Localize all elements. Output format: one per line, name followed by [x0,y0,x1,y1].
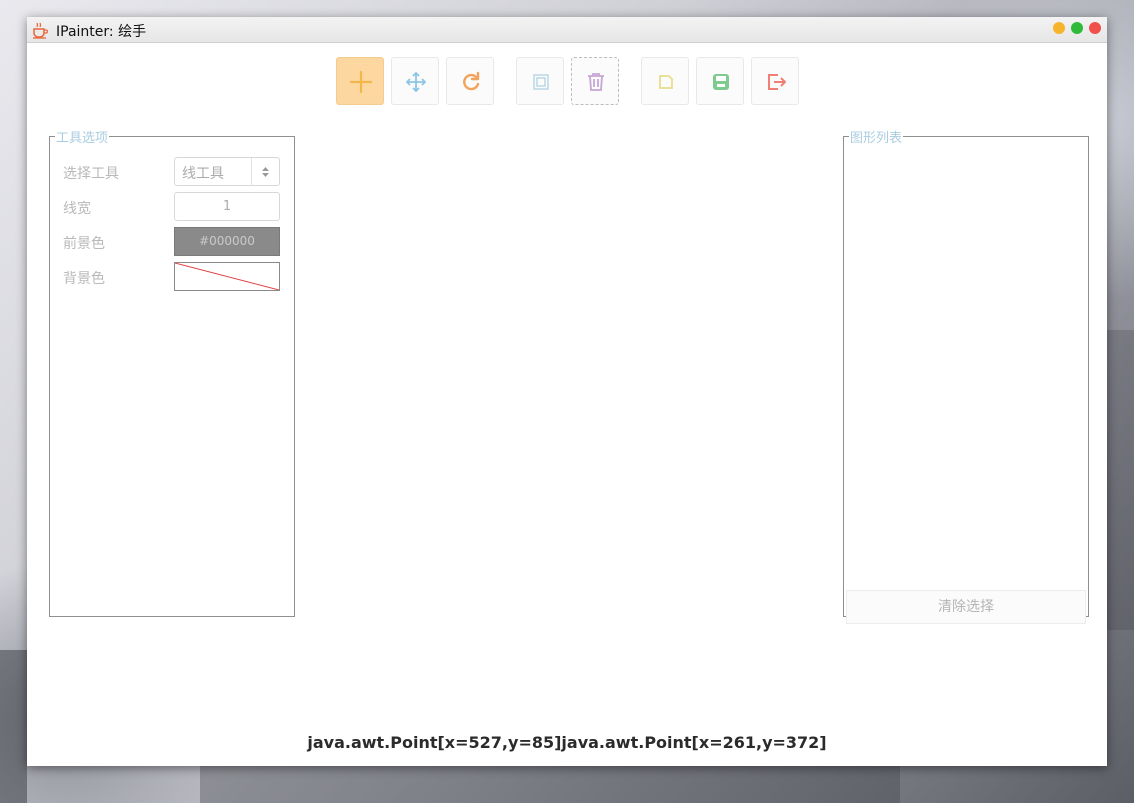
rotate-tool-button[interactable] [446,57,494,105]
foreground-color-label: 前景色 [63,236,105,252]
shape-list-panel: 图形列表 清除选择 [843,127,1089,624]
exit-button[interactable] [751,57,799,105]
move-tool-button[interactable] [391,57,439,105]
copy-button[interactable] [516,57,564,105]
rotate-icon [463,71,480,91]
new-file-icon [659,75,673,89]
select-tool-label: 选择工具 [63,166,119,182]
background-color-label: 背景色 [63,271,105,287]
desktop-background-shape [200,766,900,803]
close-button[interactable] [1089,22,1101,34]
no-color-slash-icon [175,263,279,290]
plus-icon [349,70,373,94]
add-tool-button[interactable] [336,57,384,105]
shape-list[interactable] [846,146,1086,576]
tool-options-title: 工具选项 [56,131,109,146]
line-width-value: 1 [222,199,232,214]
foreground-color-value: #000000 [199,234,255,248]
move-arrows-icon [405,71,427,93]
shape-list-title: 图形列表 [850,131,903,146]
clear-selection-label: 清除选择 [938,599,994,615]
clear-selection-button[interactable]: 清除选择 [846,590,1086,624]
foreground-color-swatch[interactable]: #000000 [174,227,280,256]
window-title: IPainter: 绘手 [56,24,147,40]
minimize-button[interactable] [1053,22,1065,34]
save-icon [713,74,729,90]
desktop-background-shape [0,650,27,803]
select-tool-dropdown[interactable]: 线工具 [174,157,280,186]
app-window: IPainter: 绘手 工具选项 选择工具 线工具 线宽 1 前景色 #000… [27,17,1107,766]
dropdown-divider [251,158,252,185]
new-file-button[interactable] [641,57,689,105]
trash-icon [588,73,604,91]
line-width-label: 线宽 [63,201,91,217]
select-tool-value: 线工具 [182,166,224,182]
drawing-canvas[interactable] [302,117,837,717]
tool-options-panel: 工具选项 选择工具 线工具 线宽 1 前景色 #000000 背景色 [49,127,295,617]
java-cup-icon [33,22,49,39]
title-bar[interactable]: IPainter: 绘手 [27,17,1107,43]
save-button[interactable] [696,57,744,105]
copy-icon [533,74,549,90]
status-bar-text: java.awt.Point[x=527,y=85]java.awt.Point… [307,733,827,752]
exit-icon [768,74,786,90]
chevron-updown-icon [262,167,269,177]
delete-button[interactable] [571,57,619,105]
maximize-button[interactable] [1071,22,1083,34]
background-color-swatch[interactable] [174,262,280,291]
desktop-background-shape [1107,330,1134,630]
line-width-field[interactable]: 1 [174,192,280,221]
